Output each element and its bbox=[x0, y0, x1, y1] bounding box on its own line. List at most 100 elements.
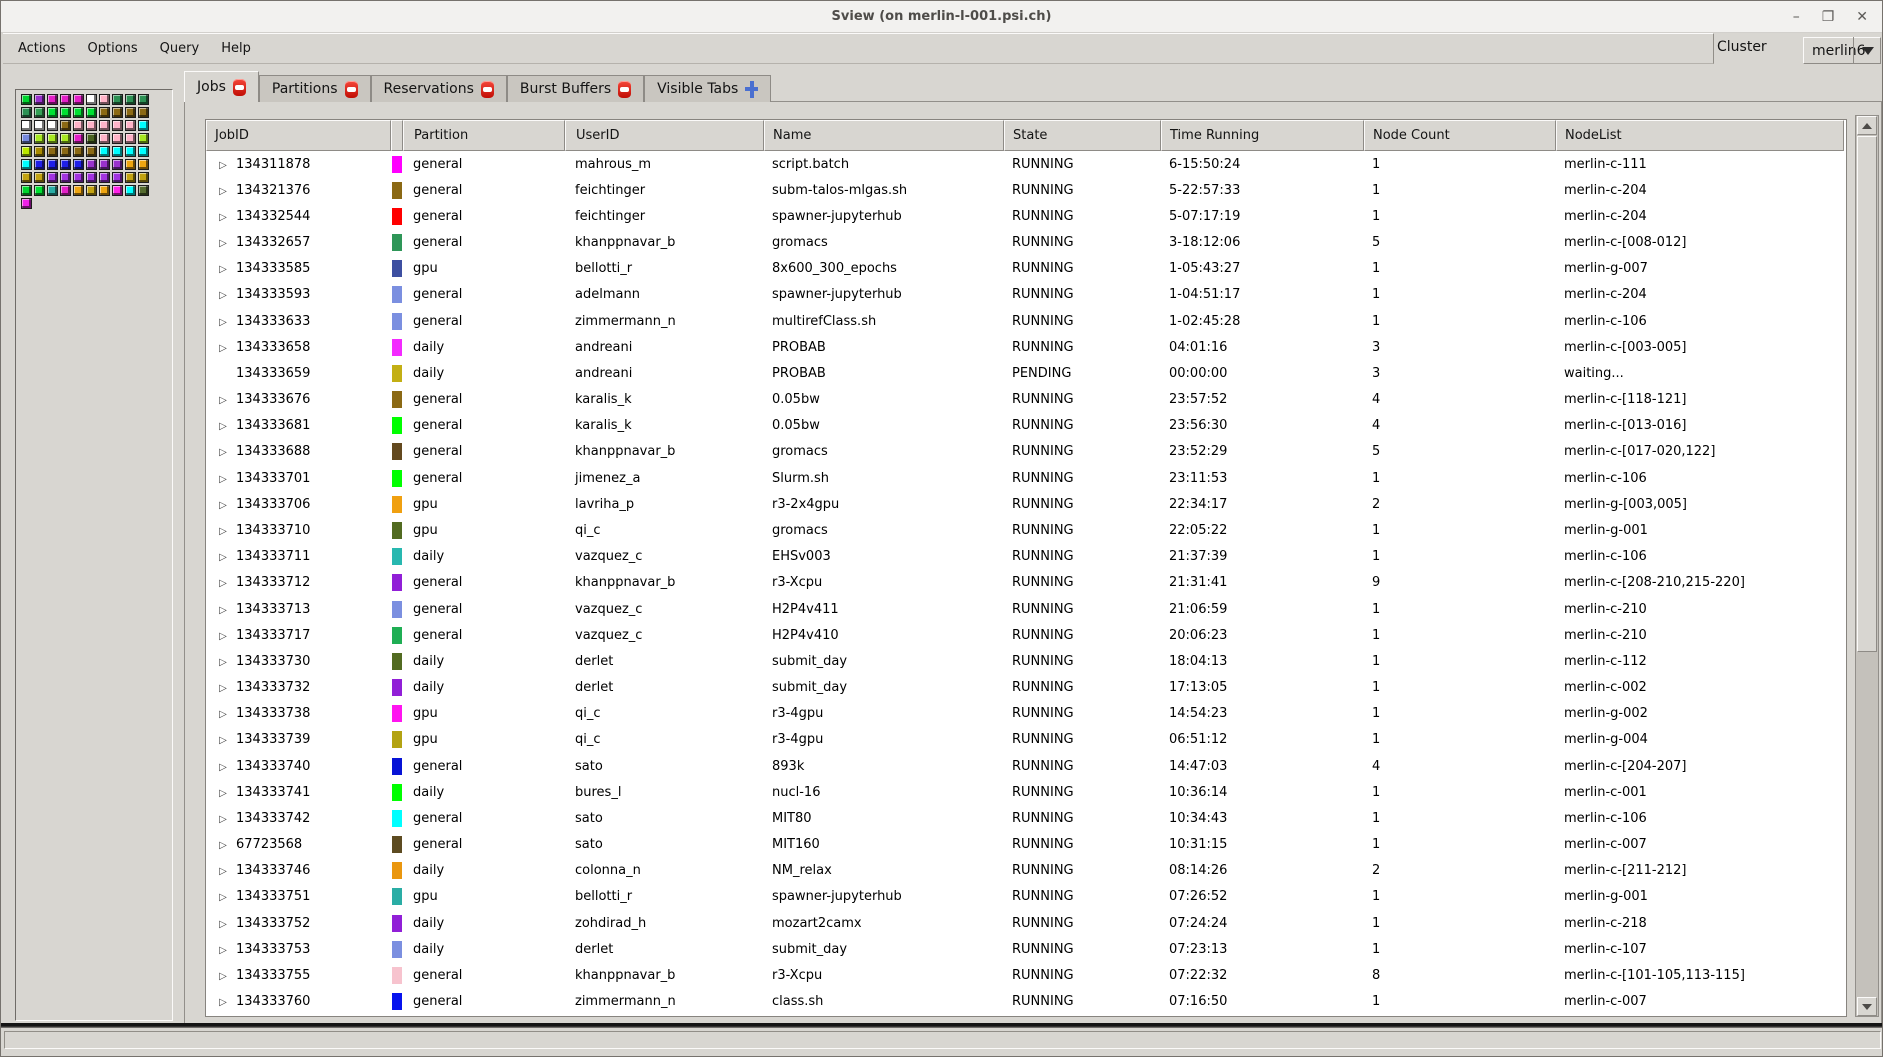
row-expander-icon[interactable]: ▷ bbox=[214, 578, 232, 589]
table-row[interactable]: ▷134321376 general feichtinger subm-talo… bbox=[206, 177, 1846, 203]
table-row[interactable]: ▷134333710 gpu qi_c gromacs RUNNING 22:0… bbox=[206, 517, 1846, 543]
node-square[interactable] bbox=[34, 172, 45, 183]
node-square[interactable] bbox=[86, 133, 97, 144]
node-square[interactable] bbox=[86, 159, 97, 170]
table-row[interactable]: ▷134333658 daily andreani PROBAB RUNNING… bbox=[206, 334, 1846, 360]
node-square[interactable] bbox=[138, 172, 149, 183]
node-square[interactable] bbox=[47, 146, 58, 157]
row-expander-icon[interactable]: ▷ bbox=[214, 160, 232, 171]
row-expander-icon[interactable]: ▷ bbox=[214, 762, 232, 773]
node-square[interactable] bbox=[60, 185, 71, 196]
node-square[interactable] bbox=[138, 159, 149, 170]
node-square[interactable] bbox=[125, 146, 136, 157]
row-expander-icon[interactable]: ▷ bbox=[214, 186, 232, 197]
row-expander-icon[interactable]: ▷ bbox=[214, 317, 232, 328]
node-square[interactable] bbox=[21, 94, 32, 105]
node-square[interactable] bbox=[34, 159, 45, 170]
menu-item[interactable]: Options bbox=[77, 36, 149, 61]
row-expander-icon[interactable]: ▷ bbox=[214, 526, 232, 537]
table-row[interactable]: ▷134333752 daily zohdirad_h mozart2camx … bbox=[206, 910, 1846, 936]
node-square[interactable] bbox=[73, 146, 84, 157]
node-square[interactable] bbox=[60, 146, 71, 157]
node-square[interactable] bbox=[47, 94, 58, 105]
row-expander-icon[interactable]: ▷ bbox=[214, 892, 232, 903]
table-row[interactable]: ▷67723568 general sato MIT160 RUNNING 10… bbox=[206, 831, 1846, 857]
row-expander-icon[interactable]: ▷ bbox=[214, 474, 232, 485]
node-square[interactable] bbox=[73, 185, 84, 196]
node-square[interactable] bbox=[60, 159, 71, 170]
table-row[interactable]: 134333659 daily andreani PROBAB PENDING … bbox=[206, 360, 1846, 386]
node-square[interactable] bbox=[34, 94, 45, 105]
node-square[interactable] bbox=[138, 94, 149, 105]
row-expander-icon[interactable]: ▷ bbox=[214, 997, 232, 1008]
row-expander-icon[interactable]: ▷ bbox=[214, 421, 232, 432]
column-header[interactable] bbox=[391, 120, 403, 151]
node-square[interactable] bbox=[99, 146, 110, 157]
row-expander-icon[interactable]: ▷ bbox=[214, 788, 232, 799]
node-square[interactable] bbox=[86, 172, 97, 183]
table-row[interactable]: ▷134333711 daily vazquez_c EHSv003 RUNNI… bbox=[206, 544, 1846, 570]
node-square[interactable] bbox=[47, 159, 58, 170]
table-row[interactable]: ▷134333712 general khanppnavar_b r3-Xcpu… bbox=[206, 570, 1846, 596]
node-square[interactable] bbox=[21, 107, 32, 118]
node-square[interactable] bbox=[138, 146, 149, 157]
table-row[interactable]: ▷134332544 general feichtinger spawner-j… bbox=[206, 203, 1846, 229]
row-expander-icon[interactable]: ▷ bbox=[214, 683, 232, 694]
menu-item[interactable]: Query bbox=[149, 36, 211, 61]
row-expander-icon[interactable]: ▷ bbox=[214, 264, 232, 275]
column-header[interactable]: NodeList bbox=[1556, 120, 1844, 151]
node-square[interactable] bbox=[34, 120, 45, 131]
table-row[interactable]: ▷134333732 daily derlet submit_day RUNNI… bbox=[206, 674, 1846, 700]
tab-action-icon[interactable] bbox=[481, 81, 494, 98]
table-row[interactable]: ▷134311878 general mahrous_m script.batc… bbox=[206, 151, 1846, 177]
node-square[interactable] bbox=[112, 172, 123, 183]
maximize-button[interactable]: ❐ bbox=[1822, 10, 1835, 24]
node-square[interactable] bbox=[86, 146, 97, 157]
tab[interactable]: Jobs bbox=[184, 71, 259, 102]
node-square[interactable] bbox=[112, 120, 123, 131]
scrollbar-thumb[interactable] bbox=[1857, 136, 1877, 652]
row-expander-icon[interactable]: ▷ bbox=[214, 238, 232, 249]
table-row[interactable]: ▷134333755 general khanppnavar_b r3-Xcpu… bbox=[206, 962, 1846, 988]
table-row[interactable]: ▷134333633 general zimmermann_n multiref… bbox=[206, 308, 1846, 334]
node-square[interactable] bbox=[60, 107, 71, 118]
tab[interactable]: Burst Buffers bbox=[507, 75, 644, 102]
close-button[interactable]: ✕ bbox=[1856, 10, 1868, 24]
row-expander-icon[interactable]: ▷ bbox=[214, 605, 232, 616]
node-square[interactable] bbox=[86, 94, 97, 105]
tab-action-icon[interactable] bbox=[233, 79, 246, 96]
table-row[interactable]: ▷134333760 general zimmermann_n class.sh… bbox=[206, 989, 1846, 1015]
node-square[interactable] bbox=[112, 94, 123, 105]
node-square[interactable] bbox=[73, 159, 84, 170]
row-expander-icon[interactable]: ▷ bbox=[214, 866, 232, 877]
node-square[interactable] bbox=[73, 120, 84, 131]
node-square[interactable] bbox=[125, 172, 136, 183]
table-row[interactable]: ▷134333742 general sato MIT80 RUNNING 10… bbox=[206, 805, 1846, 831]
table-row[interactable]: ▷134333676 general karalis_k 0.05bw RUNN… bbox=[206, 387, 1846, 413]
menu-item[interactable]: Actions bbox=[7, 36, 77, 61]
node-square[interactable] bbox=[112, 146, 123, 157]
node-square[interactable] bbox=[86, 185, 97, 196]
node-square[interactable] bbox=[138, 185, 149, 196]
column-header[interactable]: Time Running bbox=[1161, 120, 1364, 151]
cluster-dropdown-button[interactable] bbox=[1853, 37, 1881, 64]
node-square[interactable] bbox=[73, 94, 84, 105]
row-expander-icon[interactable]: ▷ bbox=[214, 709, 232, 720]
table-row[interactable]: ▷134333701 general jimenez_a Slurm.sh RU… bbox=[206, 465, 1846, 491]
node-square[interactable] bbox=[21, 159, 32, 170]
node-square[interactable] bbox=[125, 94, 136, 105]
scroll-up-button[interactable] bbox=[1857, 116, 1877, 135]
node-square[interactable] bbox=[112, 185, 123, 196]
table-row[interactable]: ▷134333717 general vazquez_c H2P4v410 RU… bbox=[206, 622, 1846, 648]
tab-action-icon[interactable] bbox=[345, 81, 358, 98]
row-expander-icon[interactable]: ▷ bbox=[214, 631, 232, 642]
node-square[interactable] bbox=[73, 172, 84, 183]
node-square[interactable] bbox=[125, 133, 136, 144]
row-expander-icon[interactable]: ▷ bbox=[214, 552, 232, 563]
node-square[interactable] bbox=[34, 133, 45, 144]
node-square[interactable] bbox=[47, 172, 58, 183]
node-square[interactable] bbox=[60, 120, 71, 131]
node-square[interactable] bbox=[86, 107, 97, 118]
table-row[interactable]: ▷134333713 general vazquez_c H2P4v411 RU… bbox=[206, 596, 1846, 622]
tab[interactable]: Reservations bbox=[371, 75, 507, 102]
